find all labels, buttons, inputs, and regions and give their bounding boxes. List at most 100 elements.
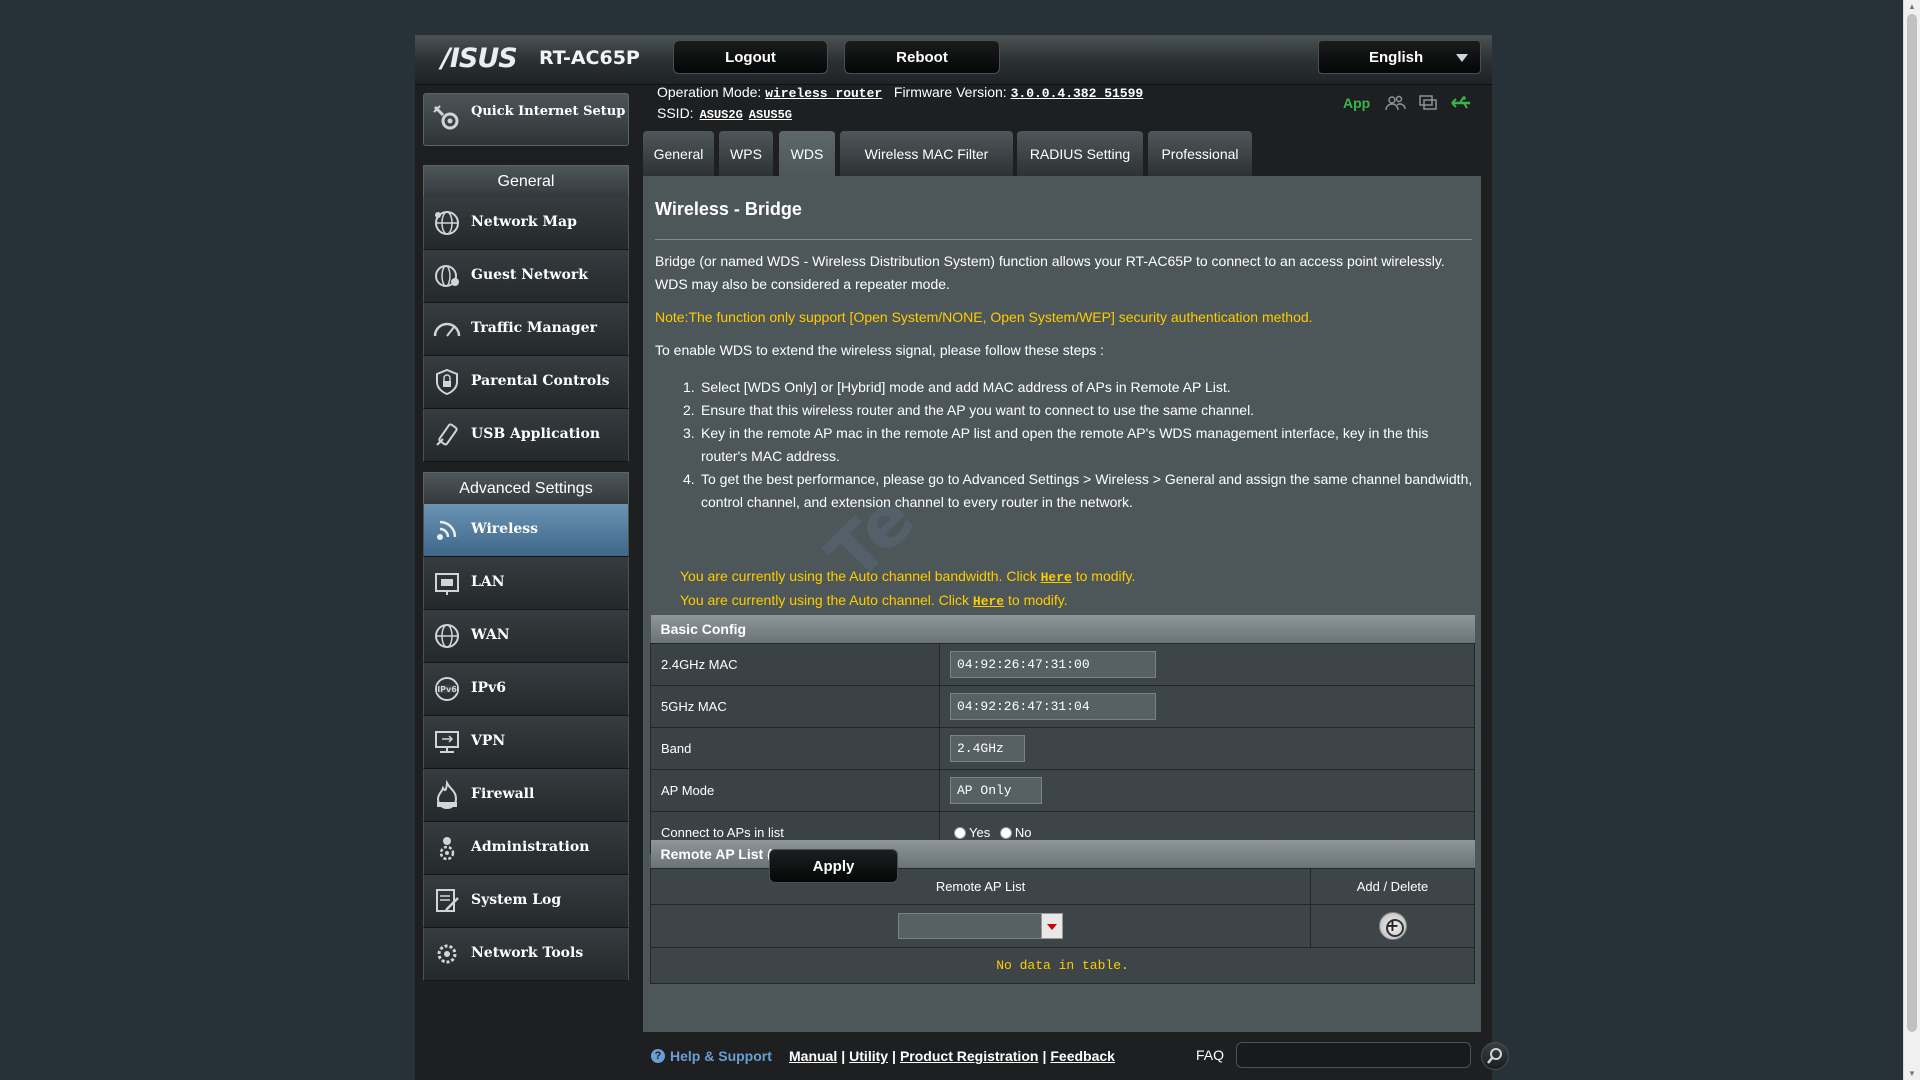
channel-here-link[interactable]: Here [973,594,1004,609]
sidebar-item-label: Administration [471,839,590,855]
windows-icon[interactable] [1417,93,1439,113]
table-row: AP Mode AP Only [650,768,1475,812]
no-label: No [1014,825,1032,841]
col-add-delete: Add / Delete [1310,867,1475,905]
sidebar-item-administration[interactable]: Administration [423,822,629,875]
connect-no-radio[interactable] [999,826,1012,839]
sidebar-item-wireless[interactable]: Wireless [423,504,629,557]
flame-icon [436,780,458,809]
feedback-link[interactable]: Feedback [1050,1048,1115,1064]
scrollbar-thumb[interactable] [1907,14,1917,1032]
content-panel: Te Wireless - Bridge Bridge (or named WD… [643,176,1481,1032]
ap-mode-label: AP Mode [650,768,940,812]
remote-ap-select[interactable] [898,912,1063,939]
firmware-link[interactable]: 3.0.0.4.382_51599 [1011,86,1144,101]
sidebar-item-usb-application[interactable]: USB Application [423,409,629,462]
page-scrollbar[interactable]: ▲ ▼ [1903,0,1920,1080]
tab-general[interactable]: General [643,131,714,176]
sidebar-item-system-log[interactable]: System Log [423,875,629,928]
intro-text: Bridge (or named WDS - Wireless Distribu… [655,253,1445,292]
sidebar-item-vpn[interactable]: VPN [423,716,629,769]
sidebar-item-label: Guest Network [471,267,588,283]
tab-wps[interactable]: WPS [719,131,773,176]
sidebar-item-label: Network Map [471,214,577,230]
sidebar-item-network-map[interactable]: Network Map [423,197,629,250]
help-support-label: Help & Support [670,1048,772,1064]
ssid-line: SSID: ASUS2G ASUS5G [657,105,792,122]
shield-lock-icon [436,368,458,396]
connect-yes-radio[interactable] [954,826,966,839]
utility-link[interactable]: Utility [849,1048,888,1064]
footer-links: Manual | Utility | Product Registration | Feed… [789,1048,1115,1064]
sidebar-item-label: WAN [471,627,510,643]
sidebar-item-wan[interactable]: WAN [423,610,629,663]
list-item: 2. Ensure that this wireless router and t… [683,402,1255,418]
op-mode-link[interactable]: wireless router [765,86,882,101]
asus-logo: /ISUS [441,43,518,74]
sidebar-item-ipv6[interactable]: IPv6 IPv6 [423,663,629,716]
sidebar-item-lan[interactable]: LAN [423,557,629,610]
tab-professional[interactable]: Professional [1148,131,1252,176]
bandwidth-here-link[interactable]: Here [1041,570,1072,585]
mac24-field: 04:92:26:47:31:00 [950,650,1156,678]
scroll-down-arrow-icon[interactable]: ▼ [1908,1069,1916,1078]
table-row [650,903,1475,948]
sidebar-item-network-tools[interactable]: Network Tools [423,928,629,981]
list-item: 1. Select [WDS Only] or [Hybrid] mode and… [683,379,1231,395]
ap-mode-select[interactable]: AP Only [950,776,1042,804]
ipv6-globe-icon: IPv6 [435,677,459,701]
logout-button[interactable]: Logout [673,40,828,74]
tab-wireless-mac-filter[interactable]: Wireless MAC Filter [840,131,1013,176]
sidebar-item-label: Network Tools [471,945,584,961]
tab-wds[interactable]: WDS [779,131,835,176]
bandwidth-hint: You are currently using the Auto channel… [680,568,1136,585]
mac5-label: 5GHz MAC [650,684,940,728]
globe-icon [435,624,459,648]
sidebar-item-label: VPN [471,733,506,749]
reboot-button[interactable]: Reboot [844,40,1000,74]
language-select[interactable]: English [1318,40,1481,74]
wand-gear-icon [433,105,459,130]
list-item: 4. To get the best performance, please go… [683,471,1473,510]
clients-icon[interactable] [1384,93,1406,113]
sidebar-item-label: Parental Controls [471,373,610,389]
col-remote-ap-list: Remote AP List [650,867,1311,905]
basic-config-table: Basic Config 2.4GHz MAC 04:92:26:47:31:0… [650,615,1475,854]
band-label: Band [650,726,940,770]
sidebar-item-firewall[interactable]: Firewall [423,769,629,822]
faq-search-input[interactable] [1236,1042,1471,1068]
table-row: No data in table. [650,946,1475,984]
sidebar-item-label: Firewall [471,786,535,802]
usb-connected-icon[interactable] [1450,93,1472,113]
scroll-up-arrow-icon[interactable]: ▲ [1908,2,1916,11]
advanced-settings-header: Advanced Settings [423,472,629,504]
sidebar-item-guest-network[interactable]: Guest Network [423,250,629,303]
basic-config-title: Basic Config [650,615,1475,643]
sidebar-item-traffic-manager[interactable]: Traffic Manager [423,303,629,356]
quick-internet-setup-button[interactable]: Quick Internet Setup [423,93,629,146]
ssid-2g-link[interactable]: ASUS2G [700,108,743,122]
quick-setup-label: Quick Internet Setup [471,104,626,119]
add-circle-icon[interactable] [1378,911,1407,940]
speedometer-icon [433,322,461,337]
dropdown-arrow-icon[interactable] [1041,912,1063,939]
tab-radius-setting[interactable]: RADIUS Setting [1017,131,1143,176]
apply-button[interactable]: Apply [769,849,898,883]
search-icon [1487,1048,1502,1064]
help-question-icon: ? [651,1049,665,1063]
guest-globe-icon [435,265,459,287]
steps-list: 1. Select [WDS Only] or [Hybrid] mode and… [683,376,1473,514]
title-divider [655,239,1472,240]
sidebar-item-parental-controls[interactable]: Parental Controls [423,356,629,409]
empty-table-message: No data in table. [996,958,1129,973]
product-registration-link[interactable]: Product Registration [900,1048,1038,1064]
lan-port-icon [435,573,459,595]
band-field[interactable]: 2.4GHz [950,734,1025,762]
manual-link[interactable]: Manual [789,1048,837,1064]
wireless-signal-icon [437,520,457,540]
ssid-5g-link[interactable]: ASUS5G [749,108,792,122]
faq-search-button[interactable] [1481,1042,1509,1070]
table-row: Band 2.4GHz [650,726,1475,770]
sidebar-item-label: IPv6 [471,680,506,696]
app-status-link[interactable]: App [1343,95,1370,111]
